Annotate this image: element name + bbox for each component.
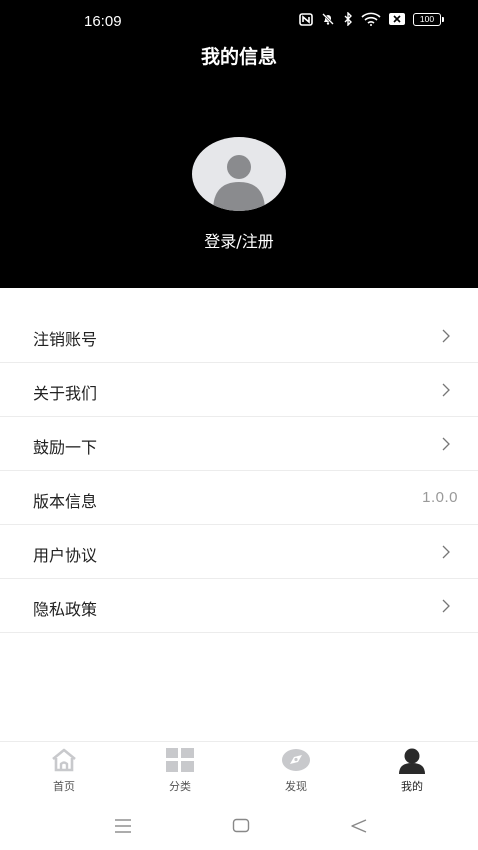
menu-item-user-agreement[interactable]: 用户协议 — [0, 525, 478, 579]
login-register-link[interactable]: 登录/注册 — [0, 228, 478, 252]
chevron-right-icon — [442, 329, 450, 343]
tab-category[interactable]: 分类 — [120, 742, 240, 802]
menu-item-label: 关于我们 — [33, 384, 98, 403]
menu-item-label: 用户协议 — [33, 546, 98, 565]
menu-item-privacy-policy[interactable]: 隐私政策 — [0, 579, 478, 633]
version-number: 1.0.0 — [422, 489, 458, 506]
bottom-tab-bar: 首页 分类 发现 我的 — [0, 741, 478, 801]
sim-icon — [389, 13, 405, 25]
person-icon — [399, 748, 425, 774]
bluetooth-icon — [344, 12, 352, 26]
tab-label: 我的 — [401, 780, 423, 793]
tab-discover[interactable]: 发现 — [236, 742, 356, 802]
avatar[interactable] — [192, 137, 286, 211]
status-time: 16:09 — [84, 13, 122, 30]
settings-menu: 注销账号 关于我们 鼓励一下 版本信息 1.0.0 用户协议 隐私政策 — [0, 309, 478, 633]
menu-item-about-us[interactable]: 关于我们 — [0, 363, 478, 417]
menu-item-label: 注销账号 — [33, 330, 98, 349]
tab-label: 首页 — [53, 780, 75, 793]
page-title: 我的信息 — [200, 46, 277, 68]
status-bar: 16:09 100 — [0, 0, 478, 42]
mute-icon — [322, 13, 334, 25]
menu-icon[interactable] — [114, 818, 132, 834]
tab-label: 分类 — [169, 780, 191, 793]
menu-item-label: 版本信息 — [33, 492, 98, 511]
profile-header: 16:09 100 我的信息 登录/注册 — [0, 0, 478, 288]
back-triangle-icon[interactable] — [350, 818, 368, 834]
tab-home[interactable]: 首页 — [4, 742, 124, 802]
menu-item-version-info: 版本信息 1.0.0 — [0, 471, 478, 525]
menu-item-label: 隐私政策 — [33, 600, 98, 619]
compass-icon — [282, 749, 310, 771]
home-square-icon[interactable] — [232, 818, 250, 834]
wifi-icon — [361, 12, 381, 26]
tab-label: 发现 — [285, 780, 307, 793]
chevron-right-icon — [442, 545, 450, 559]
system-nav-bar — [0, 801, 478, 850]
battery-level: 100 — [413, 12, 441, 26]
status-icons: 100 — [299, 12, 444, 26]
battery-icon: 100 — [413, 12, 444, 26]
grid-icon — [166, 748, 194, 772]
chevron-right-icon — [442, 599, 450, 613]
chevron-right-icon — [442, 437, 450, 451]
menu-item-label: 鼓励一下 — [33, 438, 98, 457]
menu-item-encourage[interactable]: 鼓励一下 — [0, 417, 478, 471]
menu-item-cancel-account[interactable]: 注销账号 — [0, 309, 478, 363]
chevron-right-icon — [442, 383, 450, 397]
tab-mine[interactable]: 我的 — [352, 742, 472, 802]
default-avatar-icon — [213, 155, 265, 211]
nfc-icon — [299, 12, 313, 26]
home-icon — [52, 748, 76, 772]
